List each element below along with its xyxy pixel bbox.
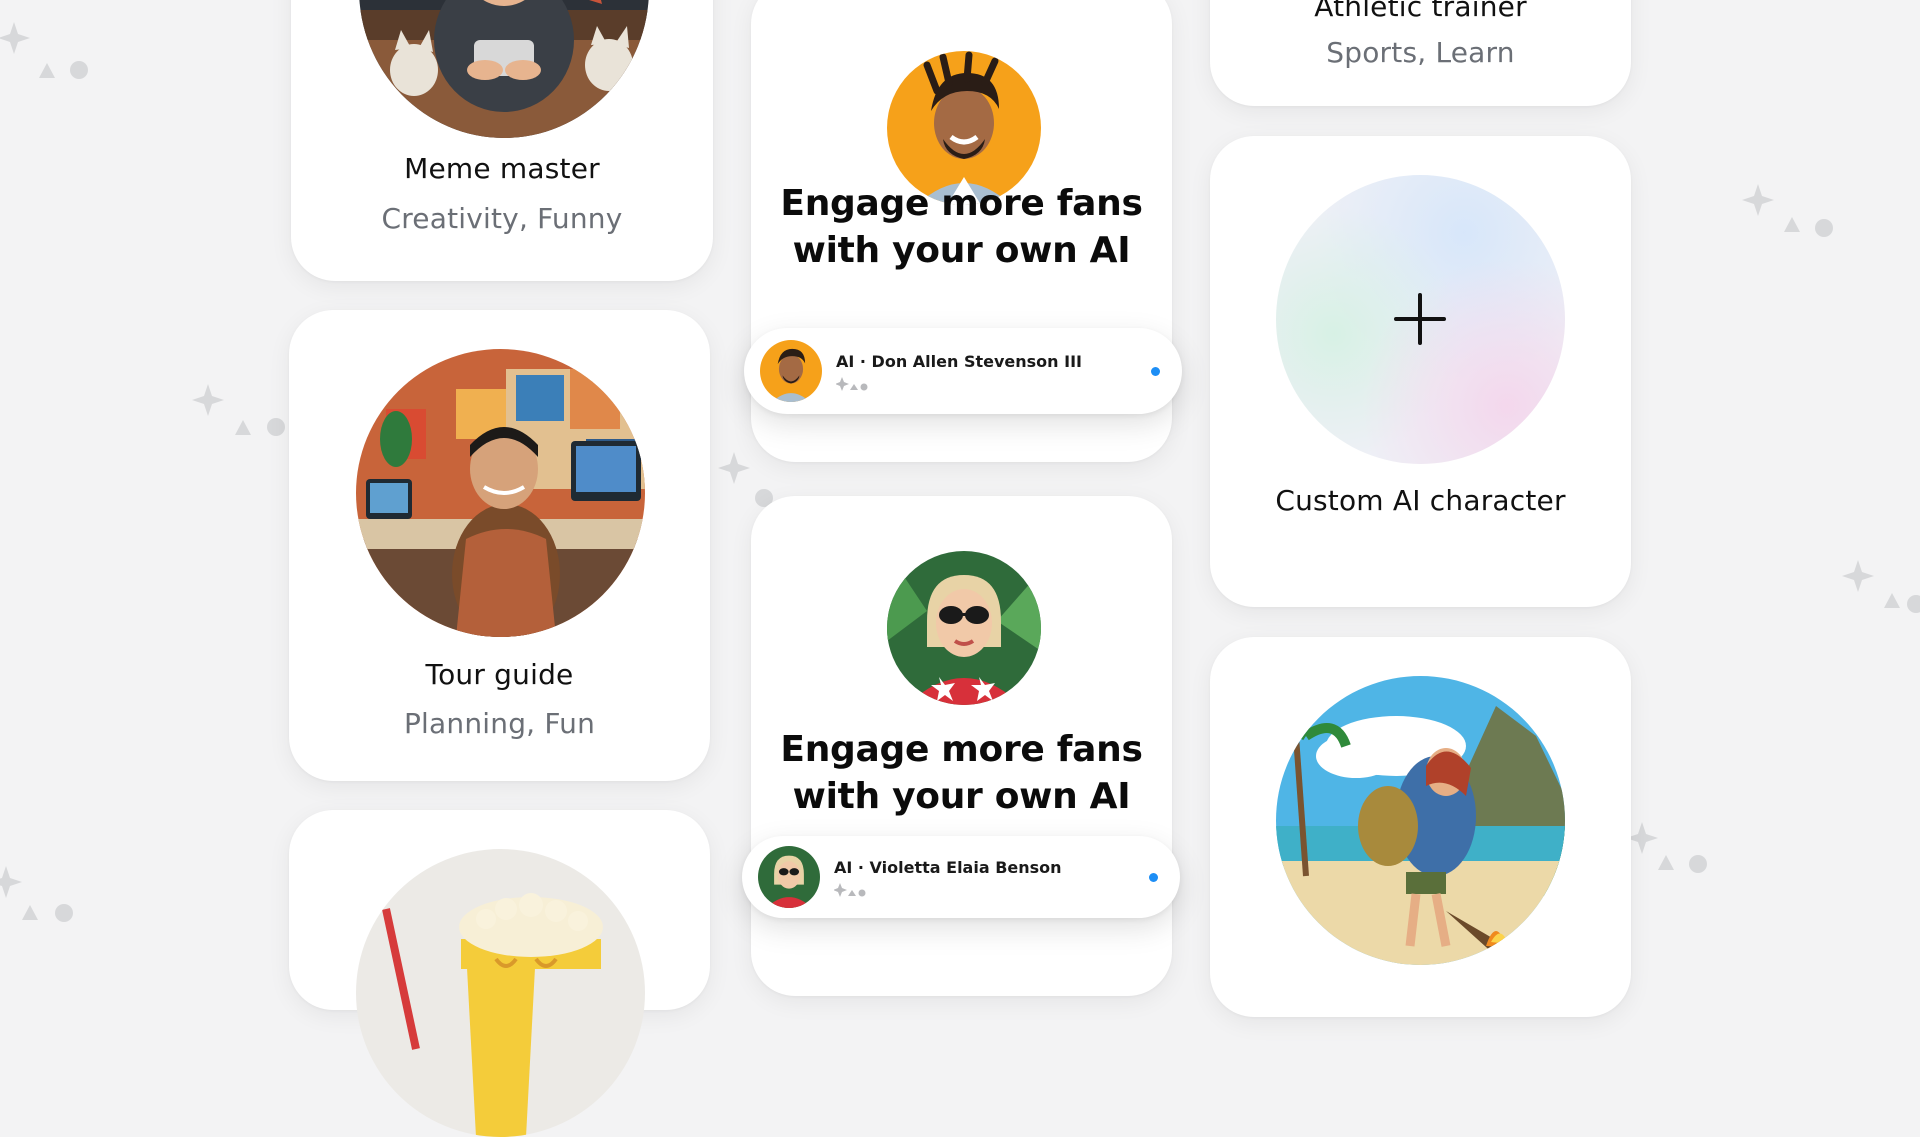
card-subtitle: Planning, Fun (403, 707, 596, 740)
card-title: Athletic trainer (1314, 0, 1527, 23)
card-title: Tour guide (425, 658, 574, 691)
chat-pill-name: AI · Don Allen Stevenson III (836, 351, 1082, 371)
promo-heading: Engage more fans with your own AI (780, 729, 1143, 817)
create-character-button[interactable] (1276, 175, 1565, 464)
sparkle-deco-icon (1630, 822, 1707, 873)
chat-pill-name: AI · Violetta Elaia Benson (834, 857, 1062, 877)
character-card-adventurer[interactable] (1210, 637, 1631, 1017)
promo-card-2[interactable]: Engage more fans with your own AI (751, 496, 1172, 996)
online-dot-icon (1151, 366, 1160, 376)
card-title: Meme master (404, 152, 600, 185)
tour-guide-avatar (356, 349, 645, 637)
sparkle-deco-icon (192, 384, 285, 436)
sparkle-deco-icon (0, 22, 88, 79)
violetta-avatar (887, 551, 1041, 705)
chat-preview-pill-1[interactable]: AI · Don Allen Stevenson III (744, 328, 1182, 414)
character-card-meme-master[interactable]: Meme master Creativity, Funny (291, 0, 713, 281)
character-card-tour-guide[interactable]: Tour guide Planning, Fun (289, 310, 710, 781)
popcorn-avatar (356, 849, 645, 1137)
typing-indicator-icon (836, 376, 868, 391)
custom-ai-character-card[interactable]: Custom AI character (1210, 136, 1631, 607)
character-card-athletic-trainer[interactable]: Athletic trainer Sports, Learn (1210, 0, 1631, 106)
don-allen-avatar-small (760, 340, 822, 402)
online-dot-icon (1149, 872, 1158, 882)
card-subtitle: Sports, Learn (1326, 36, 1515, 69)
character-card-popcorn[interactable] (289, 810, 710, 1137)
sparkle-deco-icon (1742, 184, 1833, 237)
plus-icon (1394, 293, 1446, 345)
adventurer-avatar (1276, 676, 1565, 965)
typing-indicator-icon (834, 882, 866, 897)
promo-heading: Engage more fans with your own AI (780, 183, 1143, 271)
violetta-avatar-small (758, 846, 820, 908)
chat-preview-pill-2[interactable]: AI · Violetta Elaia Benson (742, 836, 1180, 918)
card-subtitle: Creativity, Funny (381, 202, 623, 235)
meme-master-avatar (359, 0, 649, 138)
sparkle-deco-icon (1842, 560, 1920, 613)
sparkle-deco-icon (0, 866, 73, 922)
card-title: Custom AI character (1275, 484, 1566, 517)
